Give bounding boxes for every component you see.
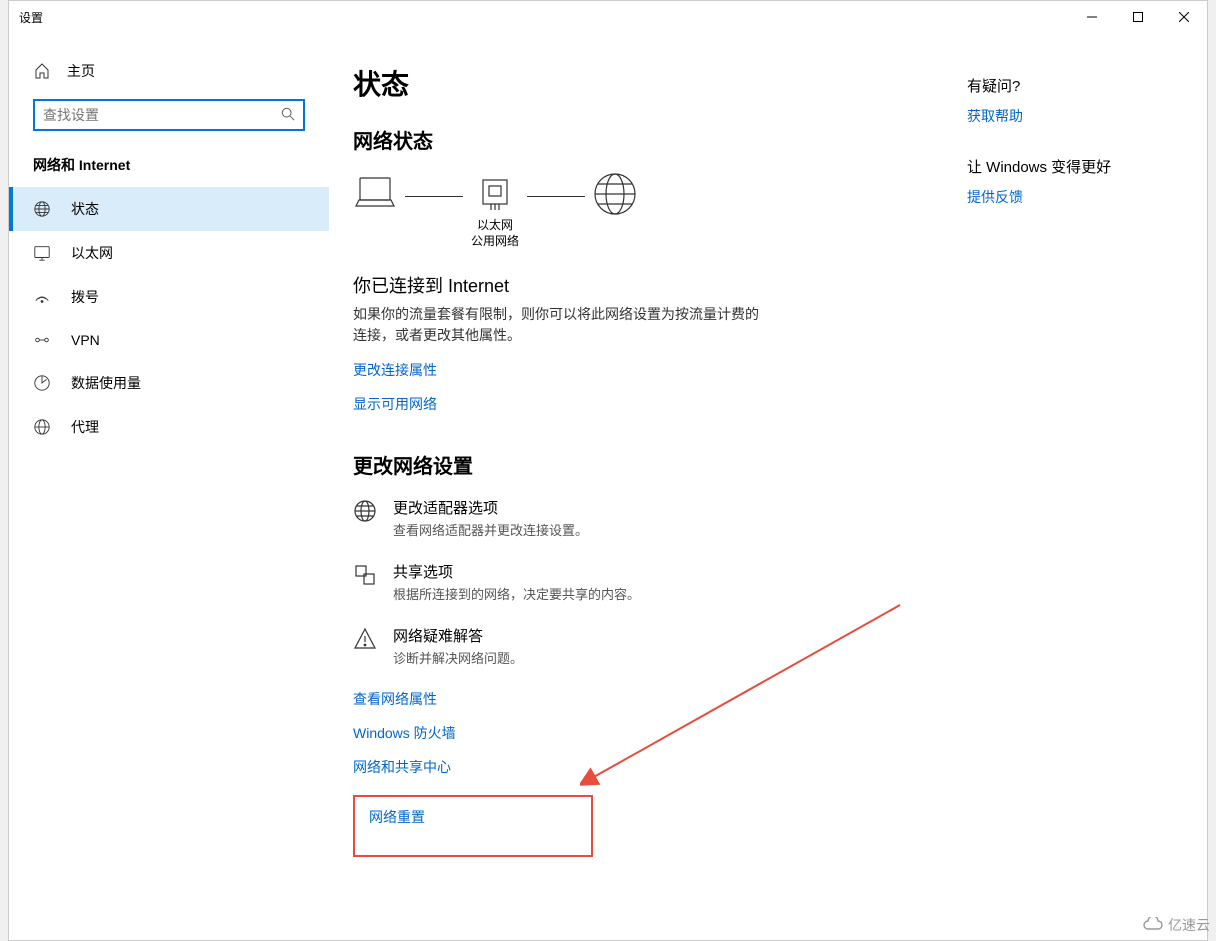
- setting-desc: 根据所连接到的网络，决定要共享的内容。: [393, 584, 640, 603]
- setting-desc: 诊断并解决网络问题。: [393, 648, 523, 667]
- get-help-link[interactable]: 获取帮助: [967, 106, 1167, 126]
- setting-title: 共享选项: [393, 561, 640, 582]
- sidebar-item-ethernet[interactable]: 以太网: [9, 231, 329, 275]
- change-connection-props-link[interactable]: 更改连接属性: [353, 360, 437, 380]
- datausage-icon: [33, 374, 51, 392]
- sidebar-item-label: 代理: [71, 417, 99, 437]
- adapter-icon: [353, 499, 377, 523]
- watermark: 亿速云: [1142, 915, 1210, 935]
- sidebar: 主页 网络和 Internet 状态: [9, 33, 329, 940]
- aside-panel: 有疑问? 获取帮助 让 Windows 变得更好 提供反馈: [967, 63, 1167, 910]
- sharing-icon: [353, 563, 377, 587]
- dialup-icon: [33, 288, 51, 306]
- setting-adapter-options[interactable]: 更改适配器选项 查看网络适配器并更改连接设置。: [353, 497, 907, 539]
- connected-title: 你已连接到 Internet: [353, 272, 907, 298]
- diagram-eth-label: 以太网 公用网络: [471, 218, 519, 250]
- connector-line: [527, 196, 585, 197]
- setting-title: 网络疑难解答: [393, 625, 523, 646]
- setting-title: 更改适配器选项: [393, 497, 588, 518]
- proxy-icon: [33, 418, 51, 436]
- network-reset-link[interactable]: 网络重置: [369, 807, 425, 827]
- give-feedback-link[interactable]: 提供反馈: [967, 187, 1167, 207]
- change-network-heading: 更改网络设置: [353, 450, 907, 479]
- status-icon: [33, 200, 51, 218]
- sidebar-item-proxy[interactable]: 代理: [9, 405, 329, 449]
- setting-sharing-options[interactable]: 共享选项 根据所连接到的网络，决定要共享的内容。: [353, 561, 907, 603]
- window-title: 设置: [19, 9, 43, 26]
- ethernet-adapter-icon: [479, 174, 511, 214]
- view-network-props-link[interactable]: 查看网络属性: [353, 689, 437, 709]
- home-icon: [33, 62, 51, 80]
- connector-line: [405, 196, 463, 197]
- sidebar-item-label: 状态: [71, 199, 99, 219]
- sidebar-item-dialup[interactable]: 拨号: [9, 275, 329, 319]
- page-title: 状态: [353, 63, 907, 103]
- network-status-heading: 网络状态: [353, 125, 907, 154]
- sidebar-item-datausage[interactable]: 数据使用量: [9, 361, 329, 405]
- ethernet-icon: [33, 244, 51, 262]
- laptop-icon: [353, 174, 397, 214]
- home-label: 主页: [67, 61, 95, 81]
- sidebar-item-label: 数据使用量: [71, 373, 141, 393]
- questions-heading: 有疑问?: [967, 75, 1167, 96]
- feedback-heading: 让 Windows 变得更好: [967, 156, 1167, 177]
- setting-troubleshoot[interactable]: 网络疑难解答 诊断并解决网络问题。: [353, 625, 907, 667]
- maximize-button[interactable]: [1115, 1, 1161, 33]
- sidebar-item-vpn[interactable]: VPN: [9, 319, 329, 361]
- sidebar-item-label: 拨号: [71, 287, 99, 307]
- home-link[interactable]: 主页: [9, 53, 329, 89]
- warning-icon: [353, 627, 377, 651]
- network-sharing-center-link[interactable]: 网络和共享中心: [353, 757, 451, 777]
- connected-desc: 如果你的流量套餐有限制，则你可以将此网络设置为按流量计费的连接，或者更改其他属性…: [353, 304, 763, 346]
- search-box: [33, 99, 305, 131]
- vpn-icon: [33, 331, 51, 349]
- network-diagram: 以太网 公用网络: [353, 172, 907, 252]
- main-content: 状态 网络状态 以太网: [329, 33, 1207, 940]
- sidebar-item-label: 以太网: [71, 243, 113, 263]
- window-controls: [1069, 1, 1207, 33]
- close-button[interactable]: [1161, 1, 1207, 33]
- search-input[interactable]: [33, 99, 305, 131]
- titlebar: 设置: [9, 1, 1207, 33]
- windows-firewall-link[interactable]: Windows 防火墙: [353, 723, 456, 743]
- settings-window: 设置 主页: [8, 0, 1208, 941]
- setting-desc: 查看网络适配器并更改连接设置。: [393, 520, 588, 539]
- minimize-button[interactable]: [1069, 1, 1115, 33]
- network-reset-highlight: 网络重置: [353, 795, 593, 857]
- sidebar-item-label: VPN: [71, 332, 100, 348]
- show-available-networks-link[interactable]: 显示可用网络: [353, 394, 437, 414]
- globe-icon: [593, 172, 637, 216]
- section-label: 网络和 Internet: [9, 147, 329, 187]
- sidebar-item-status[interactable]: 状态: [9, 187, 329, 231]
